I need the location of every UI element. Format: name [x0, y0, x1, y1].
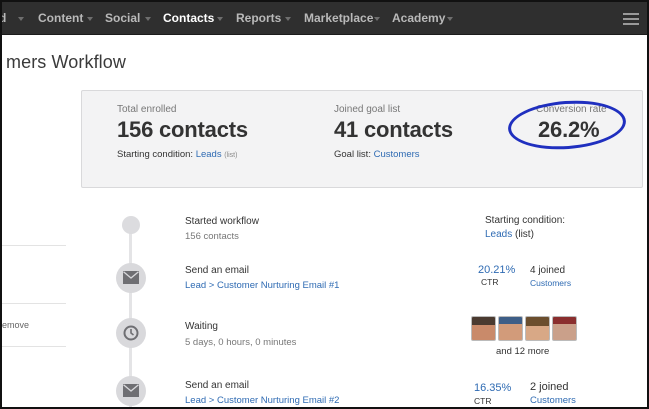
- chevron-down-icon: [374, 17, 380, 21]
- nav-item-reports[interactable]: Reports: [236, 2, 281, 35]
- starting-condition-value: Leads (list): [485, 229, 534, 240]
- ctr-percent[interactable]: 16.35%: [474, 382, 511, 394]
- chevron-down-icon: [285, 17, 291, 21]
- stat-label: Joined goal list: [334, 104, 401, 115]
- clock-icon: [116, 318, 146, 348]
- nav-item-social[interactable]: Social: [105, 2, 140, 35]
- nav-item-contacts[interactable]: Contacts: [163, 2, 214, 35]
- avatar[interactable]: [552, 316, 577, 341]
- sidebar-remove-link[interactable]: emove: [2, 320, 29, 330]
- app-frame: d Content Social Contacts Reports Market…: [0, 0, 649, 409]
- step-title: Send an email: [185, 380, 249, 391]
- leads-link[interactable]: Leads: [196, 149, 222, 160]
- step-sub: 156 contacts: [185, 231, 239, 242]
- stat-sub: Starting condition: Leads (list): [117, 149, 237, 160]
- nav-item-partial[interactable]: d: [2, 2, 6, 35]
- customers-link[interactable]: Customers: [530, 278, 571, 288]
- joined-count: 2 joined: [530, 381, 569, 393]
- stat-value: 156 contacts: [117, 117, 248, 142]
- list-tag: (list): [224, 152, 238, 159]
- customers-link[interactable]: Customers: [374, 149, 420, 160]
- email-link[interactable]: Lead > Customer Nurturing Email #2: [185, 395, 339, 406]
- ctr-percent[interactable]: 20.21%: [478, 264, 515, 276]
- avatar-group: [471, 316, 579, 342]
- ctr-label: CTR: [481, 277, 499, 287]
- stat-sub: Goal list: Customers: [334, 149, 420, 160]
- sidebar-divider: [2, 303, 66, 304]
- nav-item-content[interactable]: Content: [38, 2, 83, 35]
- sidebar-divider: [2, 346, 66, 347]
- step-sub: 5 days, 0 hours, 0 minutes: [185, 337, 297, 348]
- avatar[interactable]: [498, 316, 523, 341]
- stat-label: Total enrolled: [117, 104, 177, 115]
- page-title: mers Workflow: [6, 52, 126, 72]
- starting-condition-label: Starting condition:: [117, 149, 194, 160]
- customers-link[interactable]: Customers: [530, 395, 576, 406]
- goal-list-label: Goal list:: [334, 149, 371, 160]
- hamburger-icon[interactable]: [623, 13, 639, 25]
- step-title: Started workflow: [185, 216, 259, 227]
- nav-item-academy[interactable]: Academy: [392, 2, 445, 35]
- stat-value: 41 contacts: [334, 117, 453, 142]
- chevron-down-icon: [145, 17, 151, 21]
- and-more-link[interactable]: and 12 more: [496, 346, 549, 357]
- step-title: Send an email: [185, 265, 249, 276]
- leads-link[interactable]: Leads: [485, 229, 512, 240]
- start-dot-icon: [122, 216, 140, 234]
- envelope-icon: [116, 376, 146, 406]
- chevron-down-icon: [18, 17, 24, 21]
- avatar[interactable]: [525, 316, 550, 341]
- starting-condition-label: Starting condition:: [485, 215, 566, 226]
- envelope-icon: [116, 263, 146, 293]
- chevron-down-icon: [217, 17, 223, 21]
- chevron-down-icon: [87, 17, 93, 21]
- highlight-circle-annotation: [506, 96, 628, 154]
- workflow-stats-panel: Total enrolled 156 contacts Starting con…: [81, 90, 643, 188]
- joined-count: 4 joined: [530, 265, 566, 276]
- nav-item-marketplace[interactable]: Marketplace: [304, 2, 373, 35]
- list-tag: (list): [515, 229, 534, 240]
- chevron-down-icon: [447, 17, 453, 21]
- email-link[interactable]: Lead > Customer Nurturing Email #1: [185, 280, 339, 291]
- step-title: Waiting: [185, 321, 218, 332]
- top-navigation: d Content Social Contacts Reports Market…: [2, 2, 647, 35]
- avatar[interactable]: [471, 316, 496, 341]
- ctr-label: CTR: [474, 396, 492, 406]
- sidebar-divider: [2, 245, 66, 246]
